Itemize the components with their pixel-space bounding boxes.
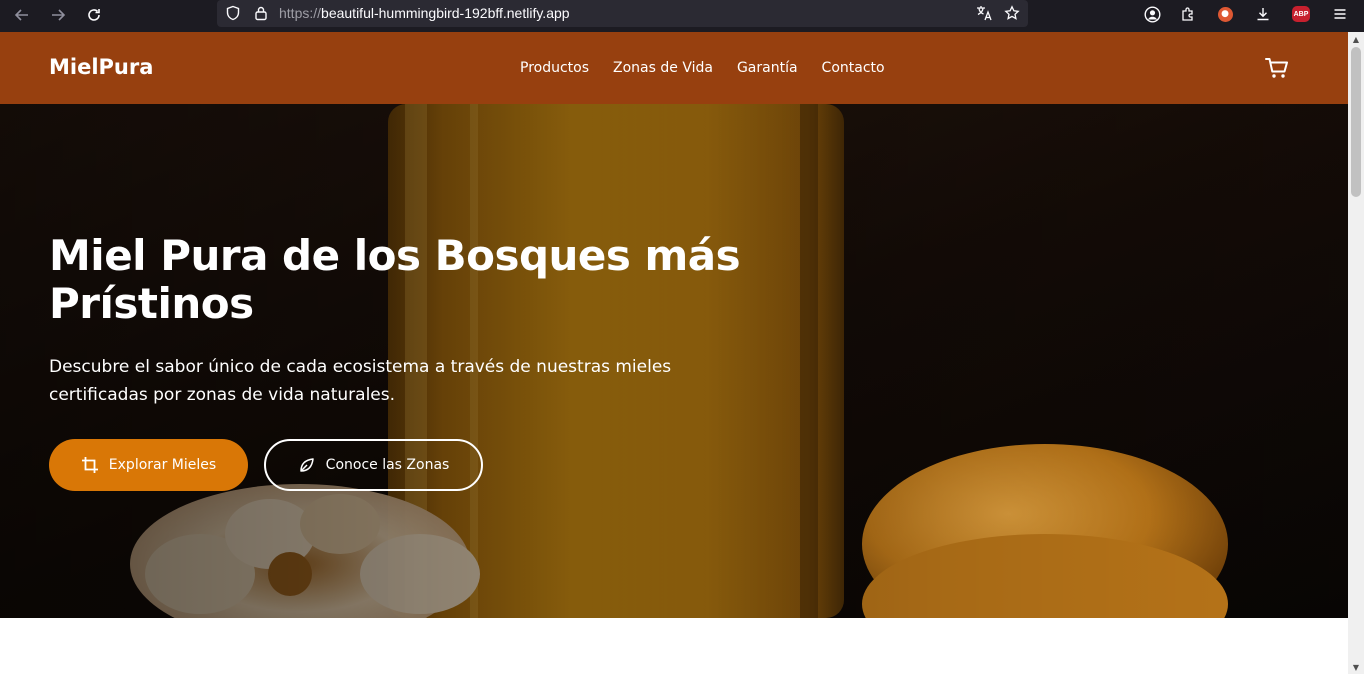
url-protocol: https://: [279, 5, 322, 21]
extensions-icon[interactable]: [1177, 3, 1199, 25]
star-icon[interactable]: [1003, 4, 1021, 22]
scroll-down-icon[interactable]: ▼: [1348, 660, 1364, 674]
duckduckgo-badge: ●: [1217, 6, 1233, 22]
page-viewport: MielPura Productos Zonas de Vida Garantí…: [0, 32, 1348, 674]
explore-honeys-button[interactable]: Explorar Mieles: [49, 439, 248, 491]
page-scrollbar[interactable]: ▲ ▼: [1348, 32, 1364, 674]
nav-link-productos[interactable]: Productos: [520, 60, 589, 76]
nav-link-garantia[interactable]: Garantía: [737, 60, 798, 76]
hero-title: Miel Pura de los Bosques más Prístinos: [49, 231, 741, 328]
account-icon[interactable]: [1141, 3, 1163, 25]
reload-icon[interactable]: [81, 2, 107, 28]
address-bar[interactable]: https://beautiful-hummingbird-192bff.net…: [217, 0, 1028, 27]
explore-honeys-label: Explorar Mieles: [108, 457, 217, 473]
content-section: [0, 618, 1348, 674]
hero-section: Miel Pura de los Bosques más Prístinos D…: [0, 104, 1348, 618]
crop-icon: [81, 457, 98, 473]
translate-icon[interactable]: [975, 4, 993, 22]
url-text[interactable]: https://beautiful-hummingbird-192bff.net…: [279, 5, 570, 21]
scrollbar-thumb[interactable]: [1351, 47, 1361, 197]
duckduckgo-icon[interactable]: ●: [1214, 3, 1236, 25]
discover-zones-label: Conoce las Zonas: [325, 457, 450, 473]
site-logo[interactable]: MielPura: [49, 55, 153, 79]
back-arrow-icon[interactable]: [9, 2, 35, 28]
discover-zones-button[interactable]: Conoce las Zonas: [264, 439, 483, 491]
downloads-icon[interactable]: [1252, 3, 1274, 25]
cart-icon[interactable]: [1264, 56, 1290, 80]
browser-toolbar: https://beautiful-hummingbird-192bff.net…: [0, 0, 1364, 32]
nav-link-zonas-de-vida[interactable]: Zonas de Vida: [613, 60, 713, 76]
hero-subtitle: Descubre el sabor único de cada ecosiste…: [49, 357, 672, 405]
adblock-badge: ABP: [1292, 6, 1310, 22]
nav-link-contacto[interactable]: Contacto: [822, 60, 885, 76]
leaf-icon: [299, 458, 314, 472]
shield-icon[interactable]: [224, 4, 242, 22]
menu-icon[interactable]: [1329, 3, 1351, 25]
main-nav: Productos Zonas de Vida Garantía Contact…: [520, 60, 885, 76]
forward-arrow-icon[interactable]: [45, 2, 71, 28]
lock-icon[interactable]: [252, 4, 270, 22]
site-header: MielPura Productos Zonas de Vida Garantí…: [0, 32, 1348, 104]
scroll-up-icon[interactable]: ▲: [1348, 32, 1364, 46]
url-host: beautiful-hummingbird-192bff.netlify.app: [321, 5, 570, 21]
adblock-icon[interactable]: ABP: [1290, 3, 1312, 25]
